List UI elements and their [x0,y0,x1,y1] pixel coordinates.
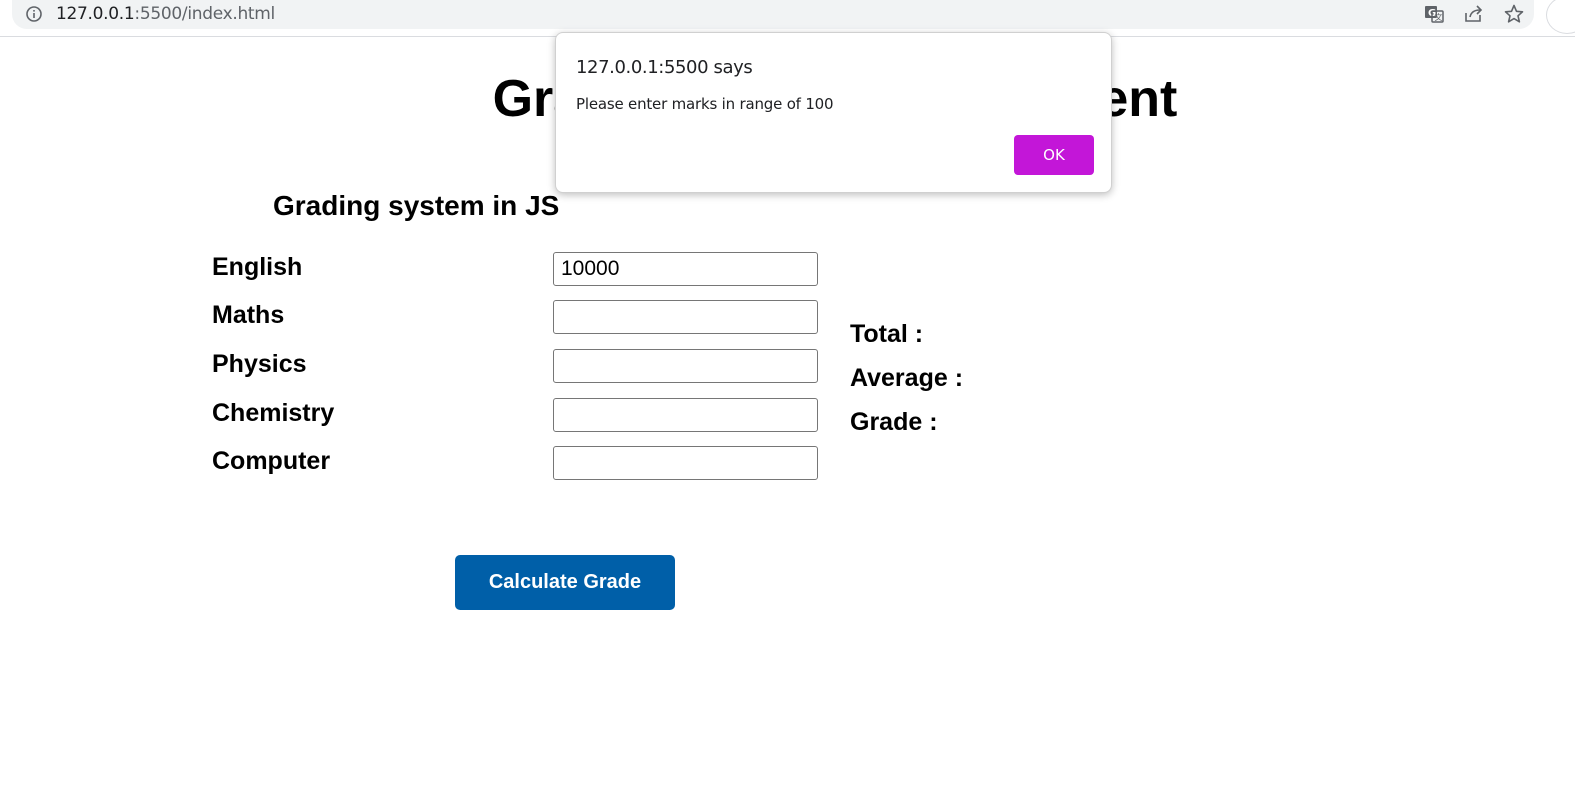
maths-input[interactable] [553,300,818,334]
english-input[interactable] [553,252,818,286]
profile-icon[interactable] [1546,0,1575,34]
alert-ok-button[interactable]: OK [1014,135,1094,175]
alert-dialog: 127.0.0.1:5500 says Please enter marks i… [555,32,1112,193]
translate-icon[interactable]: G 文 [1423,3,1445,25]
svg-text:文: 文 [1435,12,1443,22]
browser-window: 127.0.0.1:5500/index.html G 文 Grading sy… [0,0,1575,812]
english-label: English [212,253,303,281]
bookmark-star-icon[interactable] [1503,3,1525,25]
grade-label: Grade : [850,408,938,436]
chemistry-label: Chemistry [212,399,335,427]
url-path: :5500/index.html [134,4,275,24]
average-label: Average : [850,364,964,392]
share-icon[interactable] [1463,3,1485,25]
url-host: 127.0.0.1 [56,4,135,24]
computer-label: Computer [212,447,331,475]
chemistry-input[interactable] [553,398,818,432]
physics-input[interactable] [553,349,818,383]
info-icon[interactable] [25,5,43,23]
url-text[interactable]: 127.0.0.1:5500/index.html [56,3,275,25]
calculate-grade-button[interactable]: Calculate Grade [455,555,675,610]
section-title: Grading system in JS [273,190,560,221]
alert-origin-text: 127.0.0.1:5500 says [576,57,753,78]
maths-label: Maths [212,301,285,329]
alert-message: Please enter marks in range of 100 [576,95,834,113]
total-label: Total : [850,320,924,348]
physics-label: Physics [212,350,307,378]
computer-input[interactable] [553,446,818,480]
